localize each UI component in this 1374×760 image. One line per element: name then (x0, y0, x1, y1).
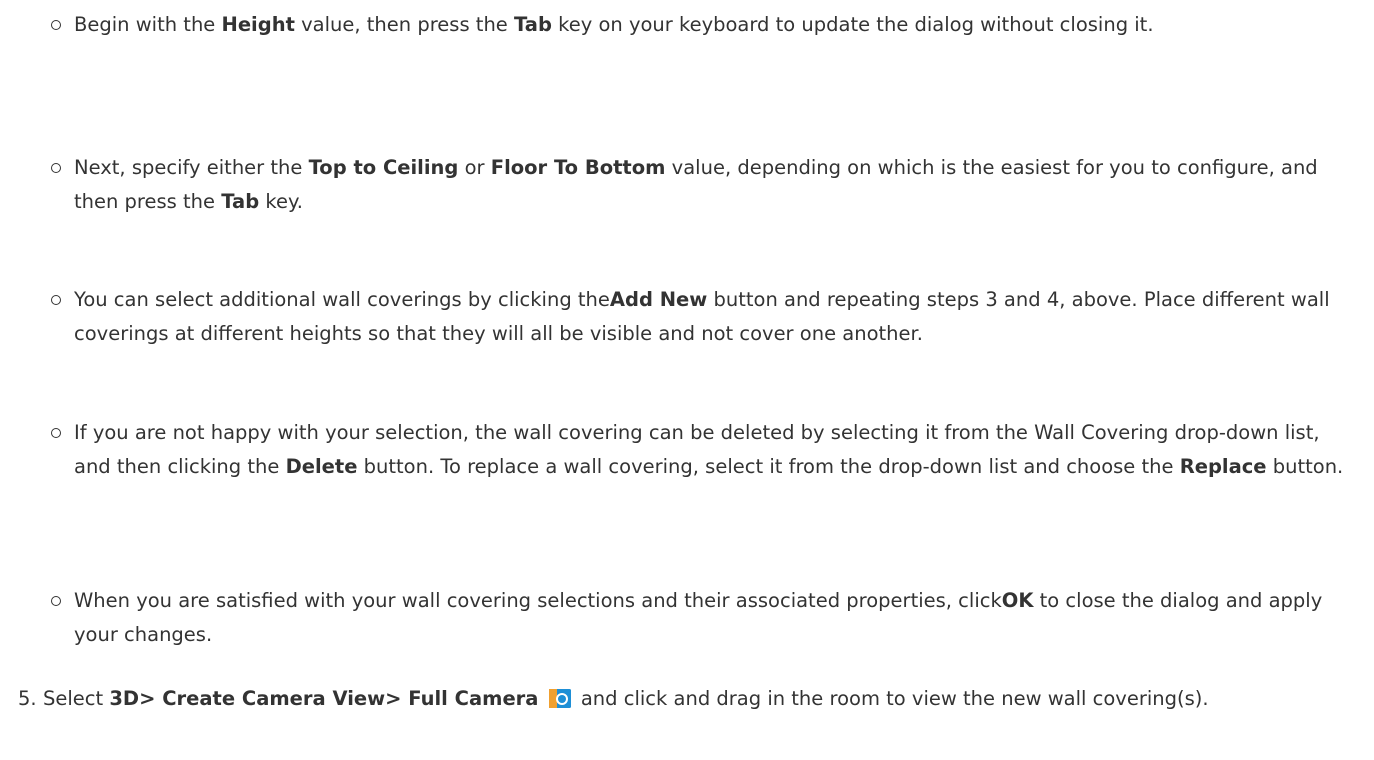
help-page: Begin with the Height value, then press … (0, 0, 1374, 760)
circle-bullet-icon (51, 20, 61, 30)
circle-bullet-icon (51, 163, 61, 173)
text: You can select additional wall coverings… (74, 288, 610, 311)
list-item-add-new: You can select additional wall coverings… (48, 283, 1348, 351)
text: Begin with the (74, 13, 222, 36)
list-item-ok: When you are satisfied with your wall co… (48, 584, 1348, 652)
list-item-top-to-ceiling: Next, specify either the Top to Ceiling … (48, 151, 1348, 219)
step-text: Select 3D> Create Camera View> Full Came… (18, 682, 1338, 716)
step-number: 5. (18, 687, 37, 710)
bold-term: Floor To Bottom (490, 156, 666, 179)
text: button. (1266, 455, 1344, 478)
text: key. (259, 190, 303, 213)
list-item-height: Begin with the Height value, then press … (48, 8, 1154, 42)
numbered-step-5: 5. Select 3D> Create Camera View> Full C… (18, 682, 1338, 716)
bold-term: Delete (285, 455, 358, 478)
text: Select (43, 687, 110, 710)
bold-term: Height (221, 13, 295, 36)
circle-bullet-icon (51, 596, 61, 606)
text: value, then press the (294, 13, 515, 36)
menu-path: 3D> Create Camera View> Full Camera (109, 687, 539, 710)
circle-bullet-icon (51, 428, 61, 438)
camera-icon (548, 686, 572, 710)
bold-term: Add New (609, 288, 708, 311)
text: and click and drag in the room to view t… (574, 687, 1209, 710)
text: Next, specify either the (74, 156, 309, 179)
bold-term: OK (1001, 589, 1034, 612)
text: key on your keyboard to update the dialo… (551, 13, 1154, 36)
circle-bullet-icon (51, 295, 61, 305)
bold-term: Tab (514, 13, 552, 36)
bold-term: Tab (221, 190, 260, 213)
bold-term: Top to Ceiling (308, 156, 459, 179)
list-item-delete-replace: If you are not happy with your selection… (48, 416, 1348, 484)
bold-term: Replace (1179, 455, 1267, 478)
text: When you are satisfied with your wall co… (74, 589, 1002, 612)
text: button. To replace a wall covering, sele… (357, 455, 1180, 478)
text: or (458, 156, 491, 179)
